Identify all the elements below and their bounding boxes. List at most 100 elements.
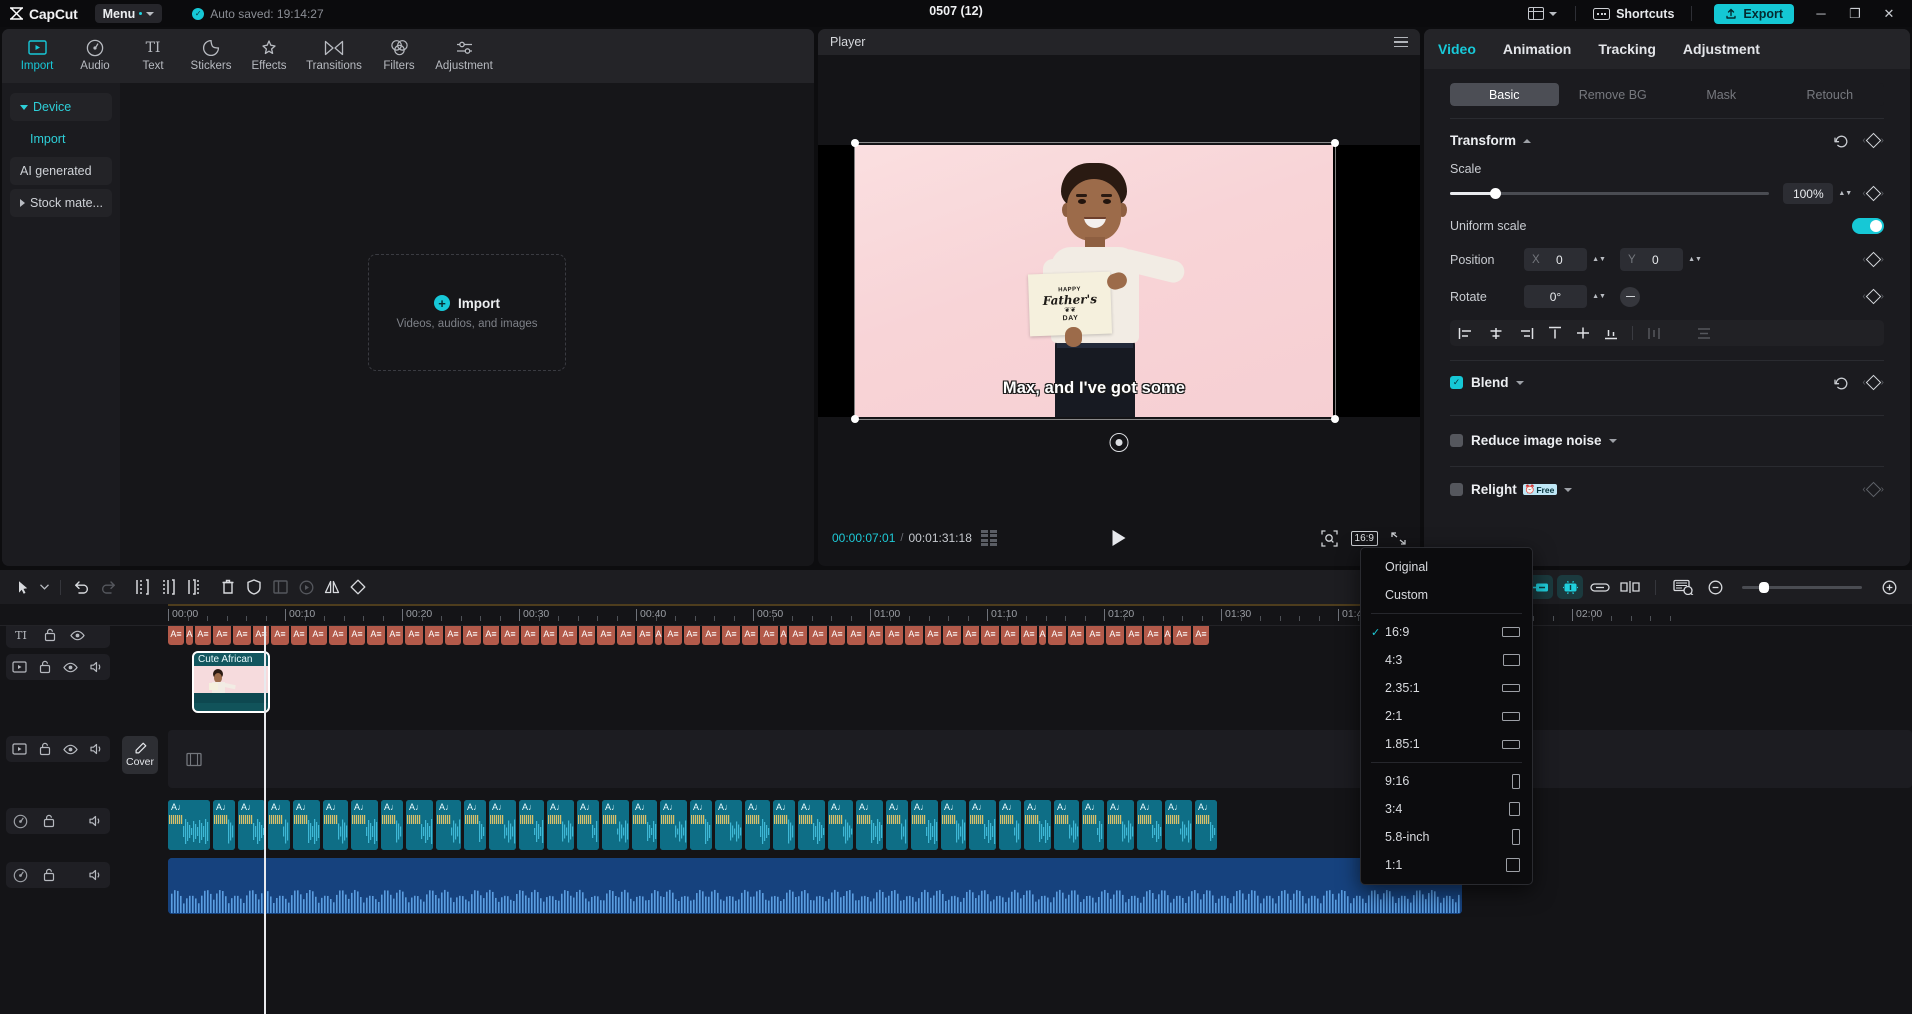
text-clip[interactable]: A≡ [405, 626, 423, 645]
ratio-menu-item[interactable]: 1.85:1 [1361, 730, 1532, 758]
zoom-fit-icon[interactable] [1320, 529, 1338, 547]
keyframe-icon[interactable] [1865, 251, 1881, 268]
player-menu-icon[interactable] [1394, 36, 1408, 48]
eye-icon[interactable] [70, 630, 85, 641]
keyframe-icon[interactable] [1865, 132, 1881, 149]
scale-value[interactable]: 100% [1783, 183, 1834, 204]
segment-basic[interactable]: Basic [1450, 83, 1559, 106]
speed-icon[interactable] [293, 575, 319, 599]
audio-caption-clip[interactable]: A♩ [168, 800, 210, 850]
tab-import[interactable]: Import [8, 33, 66, 72]
audio-caption-clip[interactable]: A♩ [1107, 800, 1134, 850]
tab-animation[interactable]: Animation [1503, 41, 1571, 57]
segment-retouch[interactable]: Retouch [1776, 83, 1885, 106]
rotate-tool-icon[interactable] [345, 575, 371, 599]
text-clip[interactable]: A≡ [1106, 626, 1124, 645]
ratio-menu-item[interactable]: 4:3 [1361, 646, 1532, 674]
text-clip[interactable]: A≡ [664, 626, 682, 645]
audio-caption-clip[interactable]: A♩ [969, 800, 996, 850]
audio-caption-clip[interactable]: A♩ [351, 800, 378, 850]
audio-caption-clip[interactable]: A♩ [911, 800, 938, 850]
magnetic-snap-icon[interactable] [1557, 575, 1583, 599]
audio-caption-clip[interactable]: A♩ [1054, 800, 1079, 850]
reset-icon[interactable] [1834, 134, 1848, 148]
text-clip[interactable]: A≡ [1144, 626, 1162, 645]
audio-caption-clip[interactable]: A♩ [436, 800, 461, 850]
audio-caption-clip[interactable]: A♩ [856, 800, 883, 850]
text-clip[interactable]: A≡ [329, 626, 347, 645]
audio-caption-clip[interactable]: A♩ [406, 800, 433, 850]
crop-icon[interactable] [267, 575, 293, 599]
rotate-field[interactable]: 0° [1524, 285, 1587, 308]
resize-handle-br[interactable] [1331, 415, 1339, 423]
resize-handle-tr[interactable] [1331, 139, 1339, 147]
segment-remove-bg[interactable]: Remove BG [1559, 83, 1668, 106]
timeline-zoom-slider[interactable] [1742, 581, 1862, 593]
text-clip[interactable]: A≡ [943, 626, 961, 645]
sidebar-item-device[interactable]: Device [10, 93, 112, 121]
keyframe-icon[interactable] [1865, 185, 1881, 202]
lock-icon[interactable] [44, 628, 56, 642]
close-button[interactable]: ✕ [1872, 0, 1906, 27]
resize-handle-bl[interactable] [851, 415, 859, 423]
audio-caption-clip[interactable]: A♩ [1082, 800, 1104, 850]
volume-icon[interactable] [90, 661, 104, 673]
relight-keyframe-controls[interactable]: ‹ › [1862, 481, 1884, 498]
text-clip[interactable]: A≡ [1193, 626, 1209, 645]
audio-caption-clip[interactable]: A♩ [715, 800, 742, 850]
position-y-stepper[interactable]: ▲▼ [1688, 256, 1702, 263]
text-clip[interactable]: A [186, 626, 193, 645]
text-clip[interactable]: A≡ [168, 626, 184, 645]
align-right-icon[interactable] [1518, 327, 1534, 340]
text-clip[interactable]: A≡ [1068, 626, 1084, 645]
position-y-field[interactable]: Y 0 [1620, 248, 1683, 271]
text-clip[interactable]: A≡ [195, 626, 211, 645]
keyframe-icon[interactable] [1865, 288, 1881, 305]
lock-icon[interactable] [43, 814, 55, 828]
volume-icon[interactable] [88, 815, 103, 827]
text-clip[interactable]: A≡ [742, 626, 758, 645]
text-clip[interactable]: A≡ [367, 626, 385, 645]
text-clip[interactable]: A≡ [963, 626, 979, 645]
text-clip[interactable]: A≡ [559, 626, 577, 645]
mirror-icon[interactable] [319, 575, 345, 599]
text-clip[interactable]: A≡ [905, 626, 923, 645]
text-clip[interactable]: A≡ [809, 626, 827, 645]
ratio-menu-item[interactable]: Original [1361, 553, 1532, 581]
text-clip[interactable]: A [655, 626, 662, 645]
zoom-in-icon[interactable] [1876, 575, 1902, 599]
tab-filters[interactable]: Filters [370, 33, 428, 72]
audio-caption-clip[interactable]: A♩ [323, 800, 348, 850]
tab-stickers[interactable]: Stickers [182, 33, 240, 72]
sidebar-item-stock-materials[interactable]: Stock mate... [10, 189, 112, 217]
split-icon[interactable] [129, 575, 155, 599]
cover-button[interactable]: Cover [122, 736, 158, 774]
lock-icon[interactable] [43, 868, 55, 882]
music-clip[interactable] [168, 858, 1462, 914]
ratio-menu-item[interactable]: 1:1 [1361, 851, 1532, 879]
tab-audio[interactable]: Audio [66, 33, 124, 72]
distribute-vertical-icon[interactable] [1697, 327, 1711, 340]
audio-caption-clip[interactable]: A♩ [464, 800, 486, 850]
text-clip[interactable]: A≡ [1086, 626, 1104, 645]
audio-caption-clip[interactable]: A♩ [1165, 800, 1192, 850]
position-x-stepper[interactable]: ▲▼ [1592, 256, 1606, 263]
text-clip[interactable]: A≡ [597, 626, 615, 645]
distribute-horizontal-icon[interactable] [1647, 327, 1661, 340]
text-clip[interactable]: A≡ [463, 626, 481, 645]
reduce-noise-checkbox[interactable] [1450, 434, 1463, 447]
audio-caption-clip[interactable]: A♩ [999, 800, 1021, 850]
resize-handle-tl[interactable] [851, 139, 859, 147]
text-clip[interactable]: A≡ [925, 626, 941, 645]
ratio-menu-item[interactable]: 2.35:1 [1361, 674, 1532, 702]
eye-icon[interactable] [63, 744, 78, 755]
text-clip[interactable]: A≡ [789, 626, 807, 645]
redo-icon[interactable] [95, 575, 121, 599]
text-clip[interactable]: A≡ [387, 626, 403, 645]
shortcuts-button[interactable]: Shortcuts [1586, 4, 1681, 24]
lock-icon[interactable] [39, 660, 51, 674]
text-clip[interactable]: A [1039, 626, 1046, 645]
selection-box[interactable] [851, 139, 1339, 423]
audio-caption-clip[interactable]: A♩ [690, 800, 712, 850]
text-clip[interactable]: A≡ [425, 626, 443, 645]
